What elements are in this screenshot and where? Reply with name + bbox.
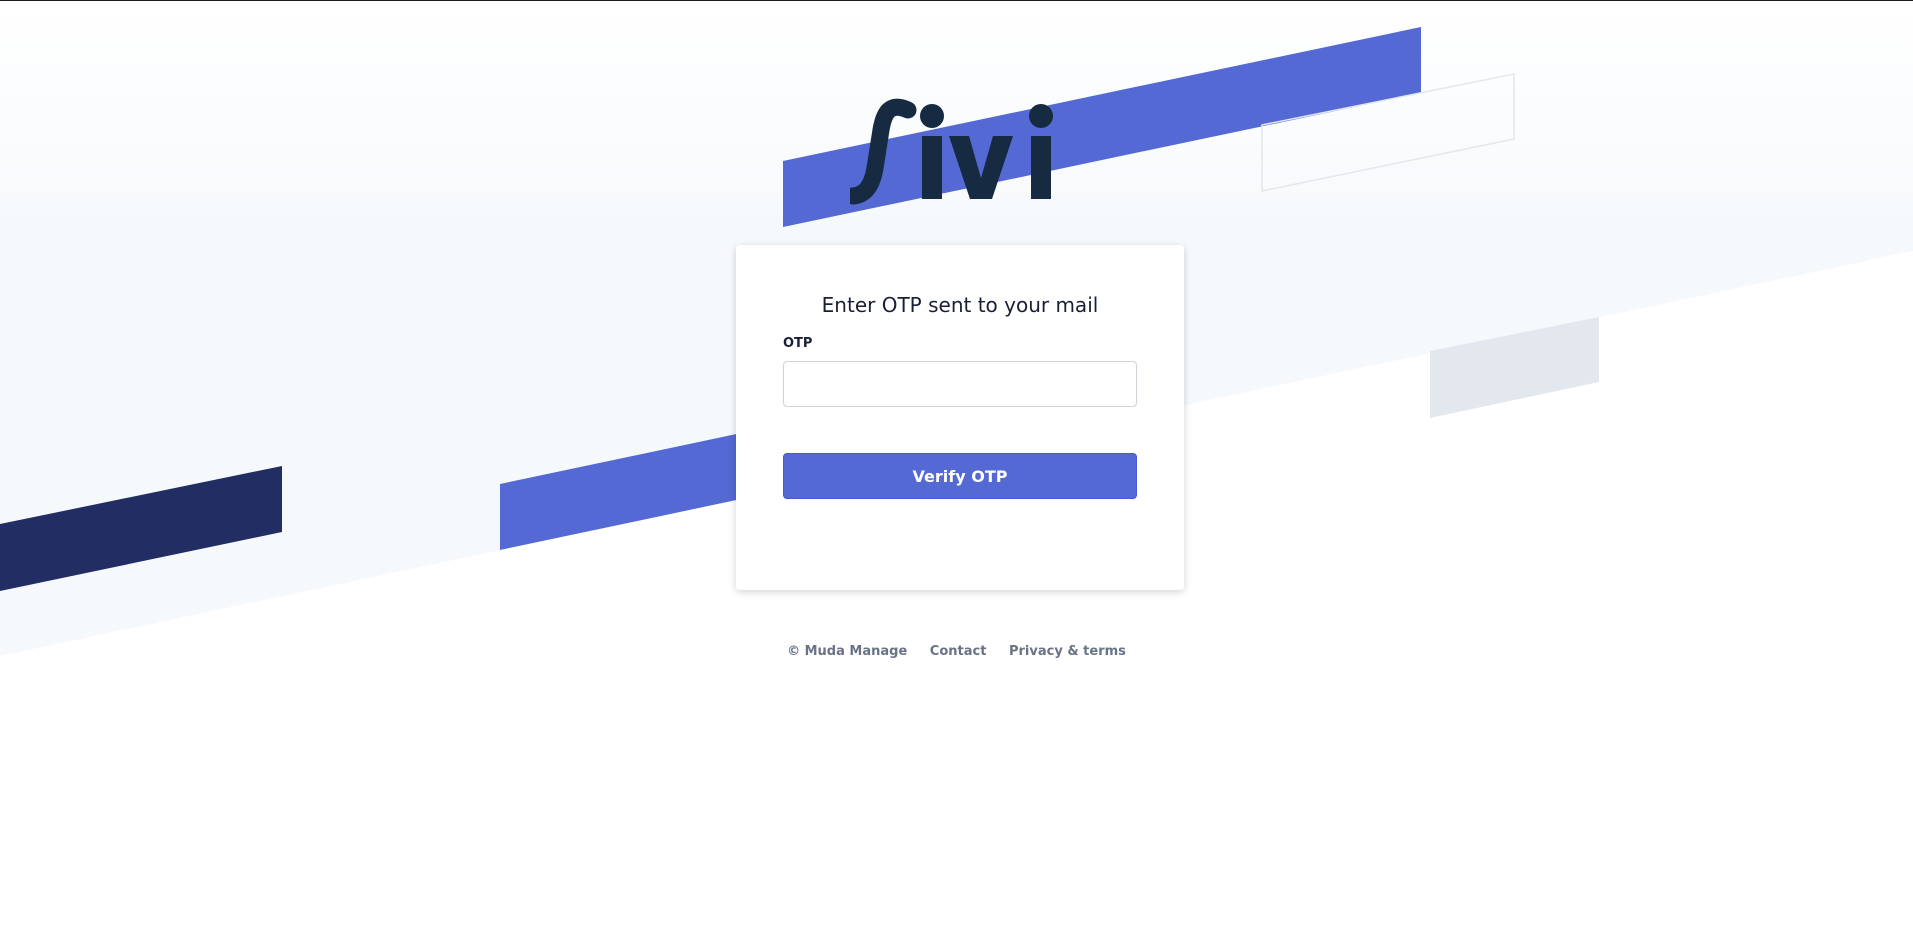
card-title: Enter OTP sent to your mail [821,293,1099,317]
logo-i-dot [920,104,944,128]
footer: © Muda Manage Contact Privacy & terms [0,644,1913,659]
logo-i2-dot [1029,104,1053,128]
otp-input[interactable] [783,361,1137,407]
footer-privacy-link[interactable]: Privacy & terms [1009,644,1126,659]
sivi-logo [850,98,1053,205]
footer-contact-link[interactable]: Contact [930,644,987,659]
logo-i-stem [922,136,942,199]
verify-otp-button[interactable]: Verify OTP [783,453,1137,499]
logo-i2-stem [1031,136,1051,199]
otp-card: Enter OTP sent to your mail OTP Verify O… [736,245,1184,590]
logo-s-stroke [850,98,917,205]
footer-copyright: © Muda Manage [787,644,908,659]
logo-v [949,136,1013,199]
otp-label: OTP [783,336,813,351]
otp-page: Enter OTP sent to your mail OTP Verify O… [0,0,1913,949]
